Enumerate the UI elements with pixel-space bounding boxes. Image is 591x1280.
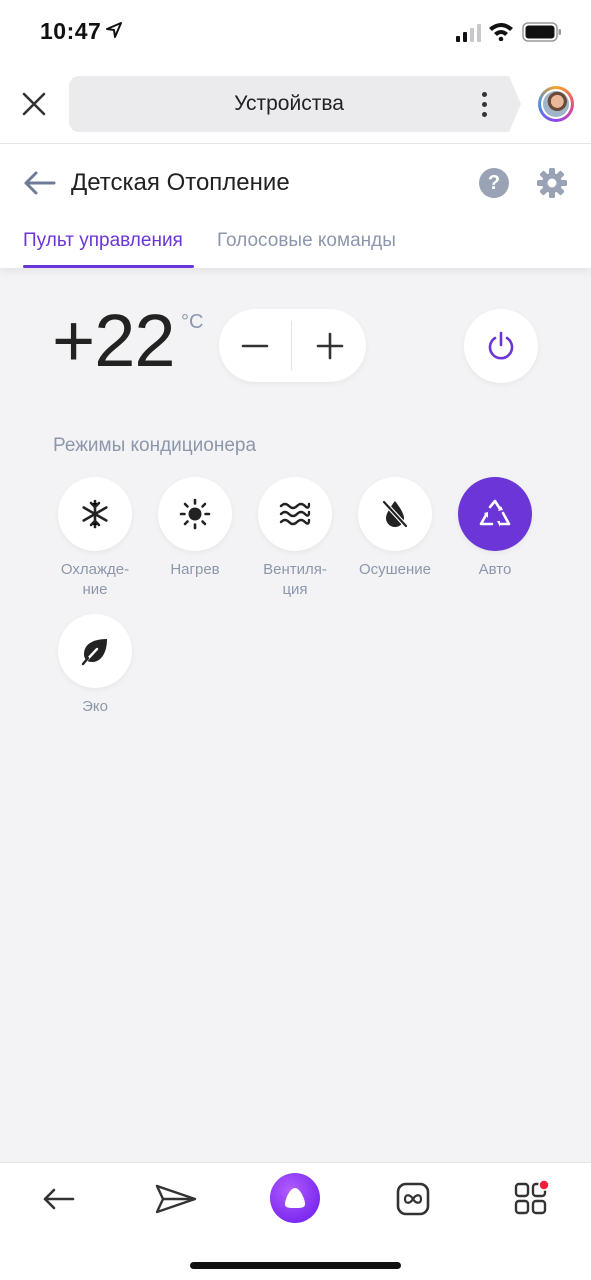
nav-apps-button[interactable] [507, 1175, 555, 1223]
gear-icon[interactable] [536, 167, 568, 199]
mode-heating[interactable]: Нагрев [145, 477, 245, 580]
drop-icon [381, 499, 409, 529]
mode-label: Эко [82, 698, 108, 715]
mode-drying[interactable]: Осушение [345, 477, 445, 580]
back-arrow-icon [43, 1188, 75, 1210]
active-tab-indicator [23, 265, 194, 268]
mode-cooling-button[interactable] [58, 477, 132, 551]
mode-auto-button[interactable] [458, 477, 532, 551]
temperature-value: +22 [52, 299, 176, 382]
alice-icon [285, 1188, 305, 1208]
device-header: Детская Отопление ? Пульт управления Гол… [0, 144, 591, 268]
back-arrow-icon[interactable] [22, 168, 58, 198]
mode-drying-button[interactable] [358, 477, 432, 551]
alice-assistant-button[interactable] [270, 1173, 320, 1223]
leaf-icon [81, 639, 107, 666]
browser-toolbar: Устройства [0, 64, 591, 144]
close-button[interactable] [18, 88, 50, 120]
avatar[interactable] [538, 86, 574, 122]
mode-label: Вентиля- ция [263, 561, 327, 598]
nav-share-button[interactable] [152, 1175, 200, 1223]
close-icon [22, 92, 46, 116]
tab-voice-commands[interactable]: Голосовые команды [217, 230, 396, 252]
mode-eco-button[interactable] [58, 614, 132, 688]
mode-label: Осушение [358, 561, 432, 578]
mode-label: Нагрев [170, 561, 220, 578]
mode-heating-button[interactable] [158, 477, 232, 551]
temperature-stepper [219, 309, 366, 382]
tab-remote-control[interactable]: Пульт управления [23, 230, 183, 252]
bottom-navigation [0, 1162, 591, 1280]
wifi-icon [489, 23, 513, 41]
battery-icon [522, 22, 561, 42]
nav-back-button[interactable] [35, 1175, 83, 1223]
temperature-unit: °C [181, 311, 204, 333]
home-indicator [190, 1262, 401, 1269]
location-arrow-icon [106, 22, 122, 38]
mode-ventilation[interactable]: Вентиля- ция [245, 477, 345, 600]
wind-waves-icon [279, 502, 311, 526]
mode-auto[interactable]: Авто [445, 477, 545, 580]
stepper-divider [291, 321, 292, 370]
page-title: Детская Отопление [71, 169, 290, 196]
nav-services-button[interactable] [389, 1175, 437, 1223]
browser-title: Устройства [234, 92, 344, 115]
help-icon[interactable]: ? [479, 168, 509, 198]
minus-icon [241, 344, 269, 347]
paper-plane-icon [155, 1184, 197, 1214]
mode-eco[interactable]: Эко [45, 614, 145, 717]
mode-cooling[interactable]: Охлажде- ние [45, 477, 145, 600]
power-icon [488, 331, 514, 360]
notification-dot [538, 1180, 550, 1191]
mode-label: Охлажде- ние [60, 561, 130, 598]
more-menu-icon[interactable] [474, 86, 494, 122]
power-button[interactable] [464, 309, 538, 383]
modes-title: Режимы кондиционера [53, 435, 257, 456]
recycle-triangle-icon [479, 499, 511, 527]
mode-ventilation-button[interactable] [258, 477, 332, 551]
status-time: 10:47 [40, 18, 102, 44]
plus-icon [316, 332, 344, 359]
address-bar[interactable]: Устройства [69, 76, 521, 132]
apps-grid-icon [514, 1180, 550, 1215]
infinity-icon [396, 1182, 430, 1216]
status-bar: 10:47 [0, 0, 591, 64]
cell-signal-icon [456, 24, 481, 42]
mode-label: Авто [478, 561, 512, 578]
sun-icon [179, 498, 211, 530]
snowflake-icon [82, 499, 108, 529]
decrease-temperature-button[interactable] [219, 309, 291, 382]
increase-temperature-button[interactable] [294, 309, 366, 382]
